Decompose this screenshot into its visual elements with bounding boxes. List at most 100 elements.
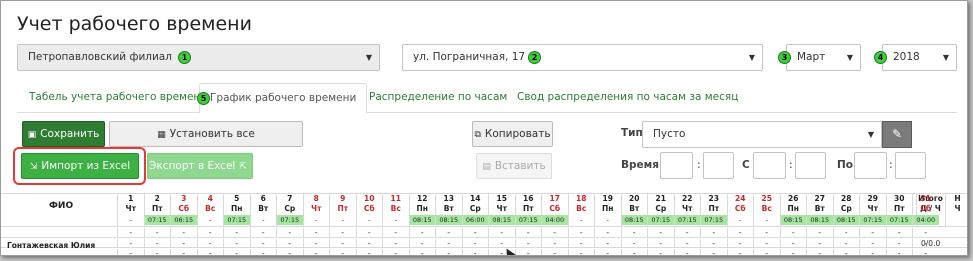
time-hours-input[interactable]	[660, 152, 693, 179]
schedule-cell[interactable]: -	[117, 228, 144, 237]
set-all-undefined-button[interactable]: ▦Установить все неопределенные	[109, 121, 303, 165]
schedule-cell[interactable]: -	[196, 249, 224, 255]
schedule-cell[interactable]: -	[170, 228, 197, 237]
schedule-cell[interactable]: -	[355, 239, 383, 248]
schedule-cell[interactable]: -	[912, 228, 939, 237]
schedule-cell[interactable]: -	[276, 239, 303, 248]
schedule-cell[interactable]: -	[726, 239, 754, 248]
schedule-cell[interactable]: -	[382, 228, 409, 237]
schedule-cell[interactable]: -	[514, 239, 542, 248]
eraser-button[interactable]: ✎	[882, 121, 912, 148]
time-minutes-input[interactable]	[703, 152, 734, 179]
schedule-cell[interactable]: -	[673, 239, 701, 248]
schedule-cell[interactable]: -	[806, 249, 833, 255]
schedule-cell[interactable]: -	[594, 228, 621, 237]
schedule-cell[interactable]: -	[276, 228, 303, 237]
schedule-cell[interactable]: -	[779, 228, 807, 237]
schedule-cell[interactable]: -	[647, 249, 674, 255]
schedule-cell[interactable]: -	[196, 228, 224, 237]
schedule-cell[interactable]: -	[488, 228, 515, 237]
schedule-cell[interactable]: -	[832, 249, 860, 255]
schedule-cell[interactable]: -	[567, 239, 595, 248]
schedule-cell[interactable]: -	[806, 228, 833, 237]
schedule-cell[interactable]: -	[541, 249, 568, 255]
export-excel-button[interactable]: Экспорт в Excel ⇱	[147, 153, 253, 179]
to-minutes-input[interactable]	[895, 152, 926, 179]
schedule-cell[interactable]: -	[223, 239, 250, 248]
import-excel-button[interactable]: ⇲ Импорт из Excel	[21, 153, 139, 179]
schedule-cell[interactable]: -	[435, 228, 462, 237]
tab-hour-distribution[interactable]: Распределение по часам	[369, 91, 507, 103]
schedule-cell[interactable]: -	[514, 228, 542, 237]
schedule-cell[interactable]: -	[673, 249, 701, 255]
schedule-cell[interactable]: -	[461, 228, 489, 237]
schedule-cell[interactable]: -	[514, 249, 542, 255]
schedule-cell[interactable]: -	[223, 249, 250, 255]
schedule-cell[interactable]: -	[832, 228, 860, 237]
schedule-cell[interactable]: -	[620, 249, 648, 255]
schedule-cell[interactable]: -	[461, 249, 489, 255]
from-hours-input[interactable]	[753, 152, 786, 179]
schedule-cell[interactable]: -	[779, 249, 807, 255]
schedule-cell[interactable]: -	[567, 228, 595, 237]
schedule-cell[interactable]: -	[859, 228, 886, 237]
schedule-cell[interactable]: -	[408, 228, 436, 237]
schedule-cell[interactable]: -	[302, 249, 330, 255]
schedule-cell[interactable]: -	[912, 239, 939, 248]
schedule-cell[interactable]: -	[594, 249, 621, 255]
schedule-cell[interactable]: -	[170, 239, 197, 248]
schedule-cell[interactable]: -	[912, 249, 939, 255]
schedule-cell[interactable]: -	[302, 239, 330, 248]
schedule-cell[interactable]: -	[859, 239, 886, 248]
tab-work-schedule[interactable]: График рабочего времени	[199, 83, 368, 114]
schedule-cell[interactable]: -	[329, 228, 356, 237]
schedule-cell[interactable]: -	[673, 228, 701, 237]
schedule-cell[interactable]: -	[408, 239, 436, 248]
schedule-cell[interactable]: -	[461, 239, 489, 248]
schedule-cell[interactable]: -	[435, 249, 462, 255]
address-select[interactable]: ул. Пограничная, 17 ▼	[402, 44, 763, 71]
from-minutes-input[interactable]	[795, 152, 826, 179]
schedule-cell[interactable]: -	[249, 239, 277, 248]
schedule-cell[interactable]: -	[647, 239, 674, 248]
schedule-cell[interactable]: -	[541, 228, 568, 237]
schedule-cell[interactable]: -	[302, 228, 330, 237]
tab-timesheet[interactable]: Табель учета рабочего времени	[29, 91, 207, 103]
schedule-cell[interactable]: -	[355, 249, 383, 255]
schedule-cell[interactable]: -	[329, 239, 356, 248]
schedule-cell[interactable]: -	[567, 249, 595, 255]
schedule-cell[interactable]: -	[223, 228, 250, 237]
schedule-cell[interactable]: -	[859, 249, 886, 255]
schedule-cell[interactable]: -	[726, 228, 754, 237]
month-select[interactable]: Март ▼	[786, 44, 861, 71]
schedule-cell[interactable]: -	[249, 249, 277, 255]
year-select[interactable]: 2018 ▼	[882, 44, 957, 71]
schedule-cell[interactable]: -	[408, 249, 436, 255]
schedule-cell[interactable]: -	[832, 239, 860, 248]
schedule-cell[interactable]: -	[647, 228, 674, 237]
schedule-cell[interactable]: -	[117, 239, 144, 248]
schedule-cell[interactable]: -	[541, 239, 568, 248]
schedule-cell[interactable]: -	[143, 249, 171, 255]
schedule-cell[interactable]: -	[276, 249, 303, 255]
schedule-cell[interactable]: -	[249, 228, 277, 237]
schedule-cell[interactable]: -	[885, 239, 913, 248]
schedule-cell[interactable]: -	[700, 239, 727, 248]
schedule-cell[interactable]: -	[779, 239, 807, 248]
schedule-cell[interactable]: -	[355, 228, 383, 237]
schedule-cell[interactable]: -	[885, 249, 913, 255]
schedule-cell[interactable]: -	[594, 239, 621, 248]
branch-select[interactable]: Петропавловский филиал ▼	[17, 44, 380, 71]
schedule-cell[interactable]: -	[143, 228, 171, 237]
paste-button[interactable]: ▤ Вставить	[476, 153, 552, 179]
schedule-cell[interactable]: -	[885, 228, 913, 237]
schedule-cell[interactable]: -	[620, 228, 648, 237]
schedule-cell[interactable]: -	[753, 249, 780, 255]
schedule-cell[interactable]: -	[143, 239, 171, 248]
schedule-cell[interactable]: -	[170, 249, 197, 255]
schedule-cell[interactable]: -	[753, 228, 780, 237]
copy-button[interactable]: ⧉ Копировать	[472, 121, 553, 147]
schedule-cell[interactable]: -	[620, 239, 648, 248]
schedule-cell[interactable]: -	[726, 249, 754, 255]
schedule-cell[interactable]: -	[806, 239, 833, 248]
